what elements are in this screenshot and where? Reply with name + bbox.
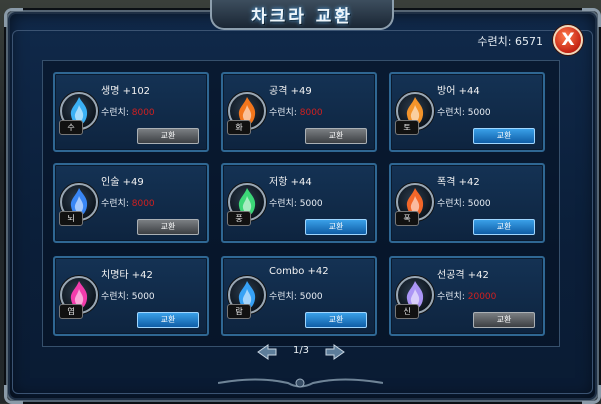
prev-page-button[interactable] (256, 343, 278, 361)
stat-label: 폭격 +42 (437, 177, 480, 188)
cost-label: 수련치: (437, 292, 465, 302)
stat-label: 치명타 +42 (101, 270, 153, 281)
frame-corner (582, 8, 601, 27)
bottom-ornament (218, 378, 383, 388)
element-tag: 신 (395, 304, 419, 319)
element-tag: 화 (227, 120, 251, 135)
cost-label: 수련치: (437, 108, 465, 118)
cost-label: 수련치: (437, 199, 465, 209)
title-banner: 차크라 교환 (210, 0, 394, 30)
cost-label: 수련치: (101, 292, 129, 302)
points-label: 수련치: (477, 35, 512, 48)
cost-label: 수련치: (269, 199, 297, 209)
cost-row: 수련치: 8000 (101, 196, 155, 209)
panel-title: 차크라 교환 (250, 6, 354, 27)
cost-value: 5000 (131, 292, 155, 302)
frame-corner (582, 385, 601, 404)
exchange-button[interactable]: 교환 (473, 219, 535, 235)
cost-row: 수련치: 5000 (437, 105, 491, 118)
stat-label: 방어 +44 (437, 86, 480, 97)
stat-label: 저항 +44 (269, 177, 312, 188)
exchange-card: 폭 폭격 +42 수련치: 5000 교환 (389, 163, 545, 243)
exchange-button[interactable]: 교환 (137, 219, 199, 235)
frame-corner (4, 8, 23, 27)
exchange-button[interactable]: 교환 (137, 312, 199, 328)
cost-label: 수련치: (101, 108, 129, 118)
cost-row: 수련치: 5000 (437, 196, 491, 209)
exchange-card: 토 방어 +44 수련치: 5000 교환 (389, 72, 545, 152)
points-value: 6571 (515, 35, 543, 48)
cost-label: 수련치: (269, 108, 297, 118)
cost-value: 20000 (467, 292, 497, 302)
exchange-button[interactable]: 교환 (305, 128, 367, 144)
cost-value: 5000 (467, 108, 491, 118)
element-tag: 염 (59, 304, 83, 319)
cost-value: 8000 (131, 199, 155, 209)
element-tag: 토 (395, 120, 419, 135)
exchange-card: 신 선공격 +42 수련치: 20000 교환 (389, 256, 545, 336)
cost-row: 수련치: 8000 (101, 105, 155, 118)
cost-row: 수련치: 20000 (437, 289, 496, 302)
close-icon: X (561, 29, 575, 50)
stat-label: Combo +42 (269, 266, 329, 277)
element-tag: 수 (59, 120, 83, 135)
exchange-card: 화 공격 +49 수련치: 8000 교환 (221, 72, 377, 152)
element-tag: 풍 (227, 211, 251, 226)
exchange-button[interactable]: 교환 (137, 128, 199, 144)
exchange-card: 람 Combo +42 수련치: 5000 교환 (221, 256, 377, 336)
cost-value: 8000 (131, 108, 155, 118)
pager: 1/3 (256, 343, 346, 361)
frame-corner (4, 385, 23, 404)
cost-row: 수련치: 8000 (269, 105, 323, 118)
points-display: 수련치: 6571 (477, 33, 543, 49)
stat-label: 생명 +102 (101, 86, 151, 97)
exchange-card: 풍 저항 +44 수련치: 5000 교환 (221, 163, 377, 243)
cost-label: 수련치: (101, 199, 129, 209)
cost-row: 수련치: 5000 (269, 289, 323, 302)
cost-row: 수련치: 5000 (101, 289, 155, 302)
cost-row: 수련치: 5000 (269, 196, 323, 209)
cost-value: 5000 (299, 199, 323, 209)
cost-label: 수련치: (269, 292, 297, 302)
exchange-card: 뇌 인술 +49 수련치: 8000 교환 (53, 163, 209, 243)
exchange-button[interactable]: 교환 (473, 128, 535, 144)
element-tag: 람 (227, 304, 251, 319)
stat-label: 인술 +49 (101, 177, 144, 188)
exchange-card: 염 치명타 +42 수련치: 5000 교환 (53, 256, 209, 336)
stat-label: 공격 +49 (269, 86, 312, 97)
cost-value: 5000 (299, 292, 323, 302)
element-tag: 뇌 (59, 211, 83, 226)
exchange-button[interactable]: 교환 (473, 312, 535, 328)
exchange-card: 수 생명 +102 수련치: 8000 교환 (53, 72, 209, 152)
page-indicator: 1/3 (292, 345, 310, 356)
element-tag: 폭 (395, 211, 419, 226)
exchange-button[interactable]: 교환 (305, 219, 367, 235)
exchange-button[interactable]: 교환 (305, 312, 367, 328)
cost-value: 5000 (467, 199, 491, 209)
stat-label: 선공격 +42 (437, 270, 489, 281)
cost-value: 8000 (299, 108, 323, 118)
next-page-button[interactable] (324, 343, 346, 361)
close-button[interactable]: X (553, 25, 583, 55)
